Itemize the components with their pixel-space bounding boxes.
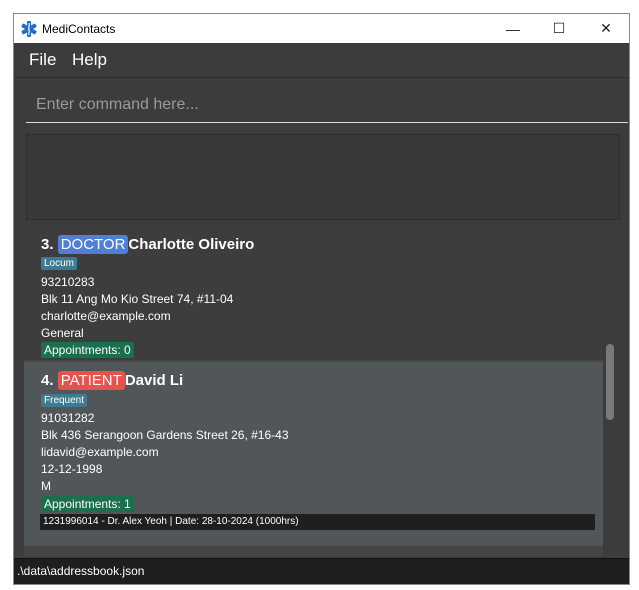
person-list-panel: 3. DOCTOR Charlotte Oliveiro Locum 932102… <box>14 222 629 558</box>
person-address: Blk 11 Ang Mo Kio Street 74, #11-04 <box>41 292 234 306</box>
person-title: 3. DOCTOR Charlotte Oliveiro <box>41 235 254 254</box>
person-gender: M <box>41 479 51 493</box>
command-box <box>14 78 629 130</box>
menu-file[interactable]: File <box>29 50 56 70</box>
person-name: Charlotte Oliveiro <box>128 236 255 253</box>
person-dob: 12-12-1998 <box>41 462 103 476</box>
menu-bar: File Help <box>14 43 629 78</box>
person-card[interactable]: 3. DOCTOR Charlotte Oliveiro Locum 932102… <box>24 234 603 360</box>
person-card[interactable]: 4. PATIENT David Li Frequent 91031282 Blk… <box>24 362 603 546</box>
medical-star-icon <box>20 20 38 38</box>
list-scrollbar[interactable] <box>606 344 614 420</box>
appointments-tag: Appointments: 1 <box>41 496 134 512</box>
close-button[interactable]: ✕ <box>583 14 629 43</box>
person-list[interactable]: 3. DOCTOR Charlotte Oliveiro Locum 932102… <box>24 234 603 556</box>
minimize-button[interactable]: — <box>490 14 536 43</box>
person-tag: Locum <box>41 257 78 270</box>
appointment-row: 1231996014 - Dr. Alex Yeoh | Date: 28-10… <box>40 514 595 530</box>
person-phone: 93210283 <box>41 275 95 289</box>
person-phone: 91031282 <box>41 411 95 425</box>
save-location: .\data\addressbook.json <box>17 564 145 578</box>
role-tag: DOCTOR <box>57 235 129 254</box>
person-name: David Li <box>124 372 184 389</box>
status-bar: .\data\addressbook.json <box>14 558 629 584</box>
maximize-button[interactable]: ☐ <box>536 14 582 43</box>
window-title: MediContacts <box>42 22 116 36</box>
appointments-tag: Appointments: 0 <box>41 342 134 358</box>
person-title: 4. PATIENT David Li <box>41 371 183 390</box>
person-index: 4. <box>41 372 54 389</box>
person-tag: Frequent <box>41 394 88 407</box>
person-address: Blk 436 Serangoon Gardens Street 26, #16… <box>41 428 289 442</box>
person-email: lidavid@example.com <box>41 445 159 459</box>
role-tag: PATIENT <box>57 371 125 390</box>
result-display <box>26 134 620 220</box>
person-email: charlotte@example.com <box>41 309 171 323</box>
person-index: 3. <box>41 236 54 253</box>
title-bar: MediContacts — ☐ ✕ <box>14 14 629 43</box>
app-window: MediContacts — ☐ ✕ File Help 3. DOCTORCh… <box>14 14 629 584</box>
person-specialty: General <box>41 326 84 340</box>
menu-help[interactable]: Help <box>72 50 107 70</box>
command-input[interactable] <box>26 88 628 123</box>
